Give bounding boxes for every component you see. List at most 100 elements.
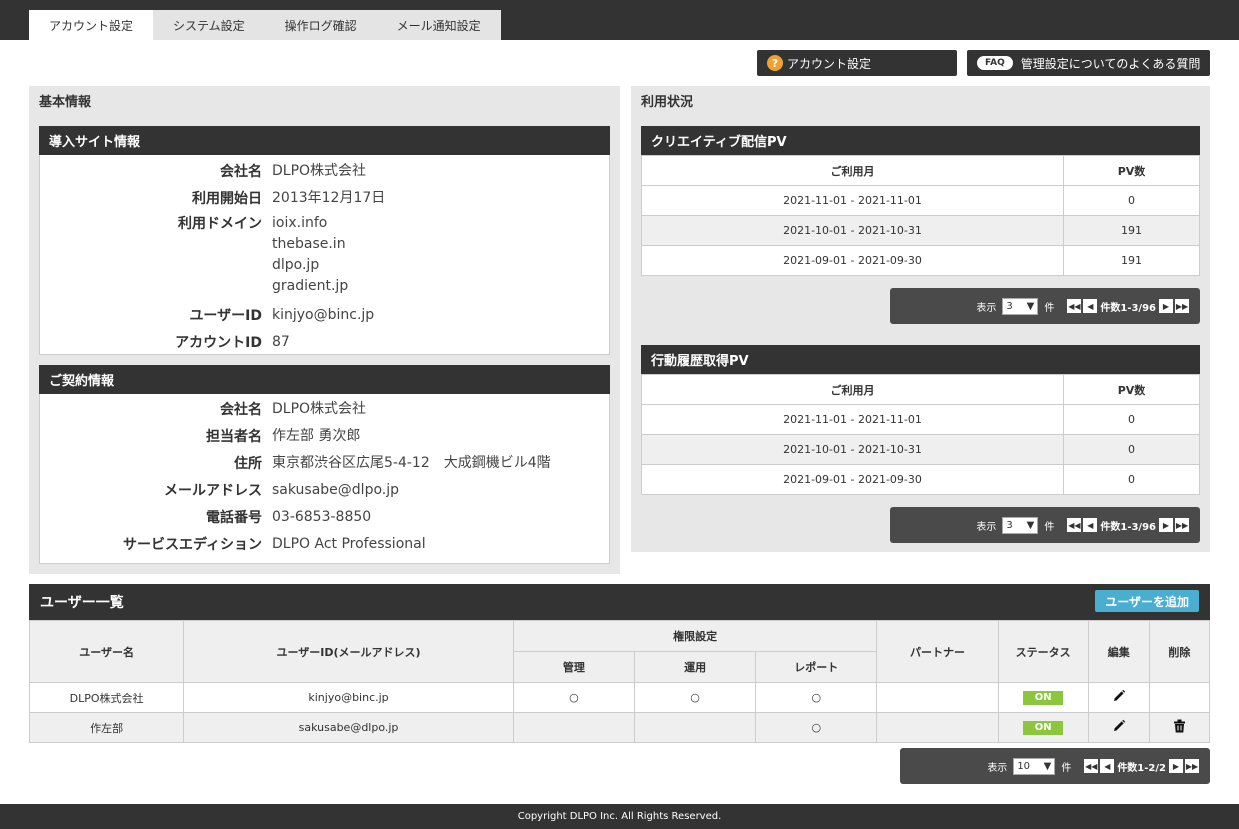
table-row: 2021-10-01 - 2021-10-31 0 <box>641 434 1200 465</box>
user-name-cell: DLPO株式会社 <box>28 682 185 713</box>
col-user-id: ユーザーID(メールアドレス) <box>183 620 514 683</box>
site-start-row: 利用開始日 2013年12月17日 <box>40 188 385 209</box>
last-page-icon[interactable]: ▶▶ <box>1175 299 1189 313</box>
site-accountid-label: アカウントID <box>175 335 262 351</box>
domain-item: ioix.info <box>272 215 328 231</box>
trash-icon[interactable] <box>1173 719 1186 733</box>
prev-page-icon[interactable]: ◀ <box>1083 299 1098 313</box>
table-row: 2021-11-01 - 2021-11-01 0 <box>641 185 1200 216</box>
domain-item: dlpo.jp <box>272 257 320 273</box>
site-domain-row: 利用ドメイン ioix.info thebase.in dlpo.jp grad… <box>40 213 348 297</box>
contract-phone-label: 電話番号 <box>206 510 262 526</box>
contract-edition-value: DLPO Act Professional <box>272 536 426 552</box>
admin-cell <box>512 712 636 743</box>
creative-pv-heading: クリエイティブ配信PV <box>641 126 1200 155</box>
site-domain-list: ioix.info thebase.in dlpo.jp gradient.jp <box>272 213 348 297</box>
site-accountid-value: 87 <box>272 334 290 350</box>
pv-cell: 0 <box>1063 185 1200 216</box>
faq-label: 管理設定についてのよくある質問 <box>1020 56 1201 71</box>
site-userid-label: ユーザーID <box>189 308 262 324</box>
first-page-icon[interactable]: ◀◀ <box>1067 518 1082 532</box>
site-company-value: DLPO株式会社 <box>272 163 367 179</box>
site-domain-label: 利用ドメイン <box>178 216 262 232</box>
table-row: DLPO株式会社 kinjyo@binc.jp ○ ○ ○ ON <box>28 682 1211 713</box>
behavior-pager: 表示 3 ▼ 件 ◀◀ ◀ 件数1-3/96 ▶ ▶▶ <box>890 507 1200 543</box>
contract-company-label: 会社名 <box>220 402 262 418</box>
pv-cell: 0 <box>1063 434 1200 465</box>
site-info-heading: 導入サイト情報 <box>39 126 610 155</box>
table-row: 作左部 sakusabe@dlpo.jp ○ ON <box>28 712 1211 743</box>
status-toggle[interactable]: ON <box>1023 721 1064 735</box>
pencil-icon[interactable] <box>1112 689 1126 703</box>
tab-mail-notification[interactable]: メール通知設定 <box>376 10 501 40</box>
contract-company-row: 会社名 DLPO株式会社 <box>40 399 366 420</box>
report-cell: ○ <box>755 712 878 743</box>
pencil-icon[interactable] <box>1112 719 1126 733</box>
ops-cell: ○ <box>633 682 757 713</box>
footer-copyright: Copyright DLPO Inc. All Rights Reserved. <box>0 804 1239 829</box>
first-page-icon[interactable]: ◀◀ <box>1084 759 1099 773</box>
delete-cell <box>1148 682 1211 713</box>
usage-title: 利用状況 <box>641 94 694 110</box>
user-pager: 表示 10 ▼ 件 ◀◀ ◀ 件数1-2/2 ▶ ▶▶ <box>900 748 1210 784</box>
chevron-down-icon: ▼ <box>1026 519 1035 531</box>
tab-account-settings[interactable]: アカウント設定 <box>29 10 154 40</box>
next-page-icon[interactable]: ▶ <box>1159 518 1173 532</box>
pager-count: 件数1-3/96 <box>1100 302 1156 314</box>
account-help-label: アカウント設定 <box>787 56 872 71</box>
pager-unit-label: 件 <box>1061 762 1072 774</box>
faq-badge: FAQ <box>977 56 1013 70</box>
domain-item: gradient.jp <box>272 278 349 294</box>
status-toggle[interactable]: ON <box>1023 691 1064 705</box>
pv-cell: 0 <box>1063 404 1200 435</box>
table-row: 2021-09-01 - 2021-09-30 0 <box>641 464 1200 495</box>
chevron-down-icon: ▼ <box>1043 760 1052 772</box>
col-pv: PV数 <box>1063 374 1200 405</box>
prev-page-icon[interactable]: ◀ <box>1100 759 1115 773</box>
tab-system-settings[interactable]: システム設定 <box>153 10 265 40</box>
chevron-down-icon: ▼ <box>1026 300 1035 312</box>
contract-email-row: メールアドレス sakusabe@dlpo.jp <box>40 480 399 501</box>
next-page-icon[interactable]: ▶ <box>1159 299 1173 313</box>
partner-cell <box>876 712 999 743</box>
page-size-select[interactable]: 3 ▼ <box>1002 516 1039 534</box>
faq-button[interactable]: FAQ 管理設定についてのよくある質問 <box>967 50 1210 76</box>
contract-address-value: 東京都渋谷区広尾5-4-12 大成鋼機ビル4階 <box>272 455 551 471</box>
col-ops: 運用 <box>633 651 757 683</box>
add-user-button[interactable]: ユーザーを追加 <box>1095 590 1199 612</box>
last-page-icon[interactable]: ▶▶ <box>1185 759 1199 773</box>
page-size-select[interactable]: 10 ▼ <box>1013 757 1056 775</box>
col-admin: 管理 <box>512 651 636 683</box>
edit-cell <box>1087 682 1150 713</box>
table-header-row: ご利用月 PV数 <box>641 155 1200 186</box>
table-header-row: ご利用月 PV数 <box>641 374 1200 405</box>
next-page-icon[interactable]: ▶ <box>1169 759 1183 773</box>
pager-count: 件数1-2/2 <box>1117 762 1166 774</box>
month-cell: 2021-10-01 - 2021-10-31 <box>641 215 1064 246</box>
tab-operation-log[interactable]: 操作ログ確認 <box>264 10 377 40</box>
user-list-title: ユーザー一覧 <box>40 595 124 611</box>
account-help-button[interactable]: ? アカウント設定 <box>757 50 957 76</box>
edit-cell <box>1087 712 1150 743</box>
admin-cell: ○ <box>512 682 636 713</box>
prev-page-icon[interactable]: ◀ <box>1083 518 1098 532</box>
creative-pager: 表示 3 ▼ 件 ◀◀ ◀ 件数1-3/96 ▶ ▶▶ <box>890 288 1200 324</box>
col-permissions: 権限設定 <box>512 620 878 652</box>
page-size-select[interactable]: 3 ▼ <box>1002 297 1039 315</box>
domain-item: thebase.in <box>272 236 346 252</box>
pager-unit-label: 件 <box>1044 521 1055 533</box>
pager-show-label: 表示 <box>987 762 1008 774</box>
contract-info-heading: ご契約情報 <box>39 365 610 394</box>
site-start-label: 利用開始日 <box>192 191 262 207</box>
col-status: ステータス <box>997 620 1089 683</box>
site-accountid-row: アカウントID 87 <box>40 332 290 353</box>
site-info-body: 会社名 DLPO株式会社 利用開始日 2013年12月17日 利用ドメイン io… <box>39 155 610 355</box>
status-cell: ON <box>997 682 1089 713</box>
contract-person-label: 担当者名 <box>206 429 262 445</box>
pv-cell: 191 <box>1063 215 1200 246</box>
site-company-label: 会社名 <box>220 164 262 180</box>
contract-edition-row: サービスエディション DLPO Act Professional <box>40 534 426 555</box>
first-page-icon[interactable]: ◀◀ <box>1067 299 1082 313</box>
month-cell: 2021-11-01 - 2021-11-01 <box>641 185 1064 216</box>
last-page-icon[interactable]: ▶▶ <box>1175 518 1189 532</box>
